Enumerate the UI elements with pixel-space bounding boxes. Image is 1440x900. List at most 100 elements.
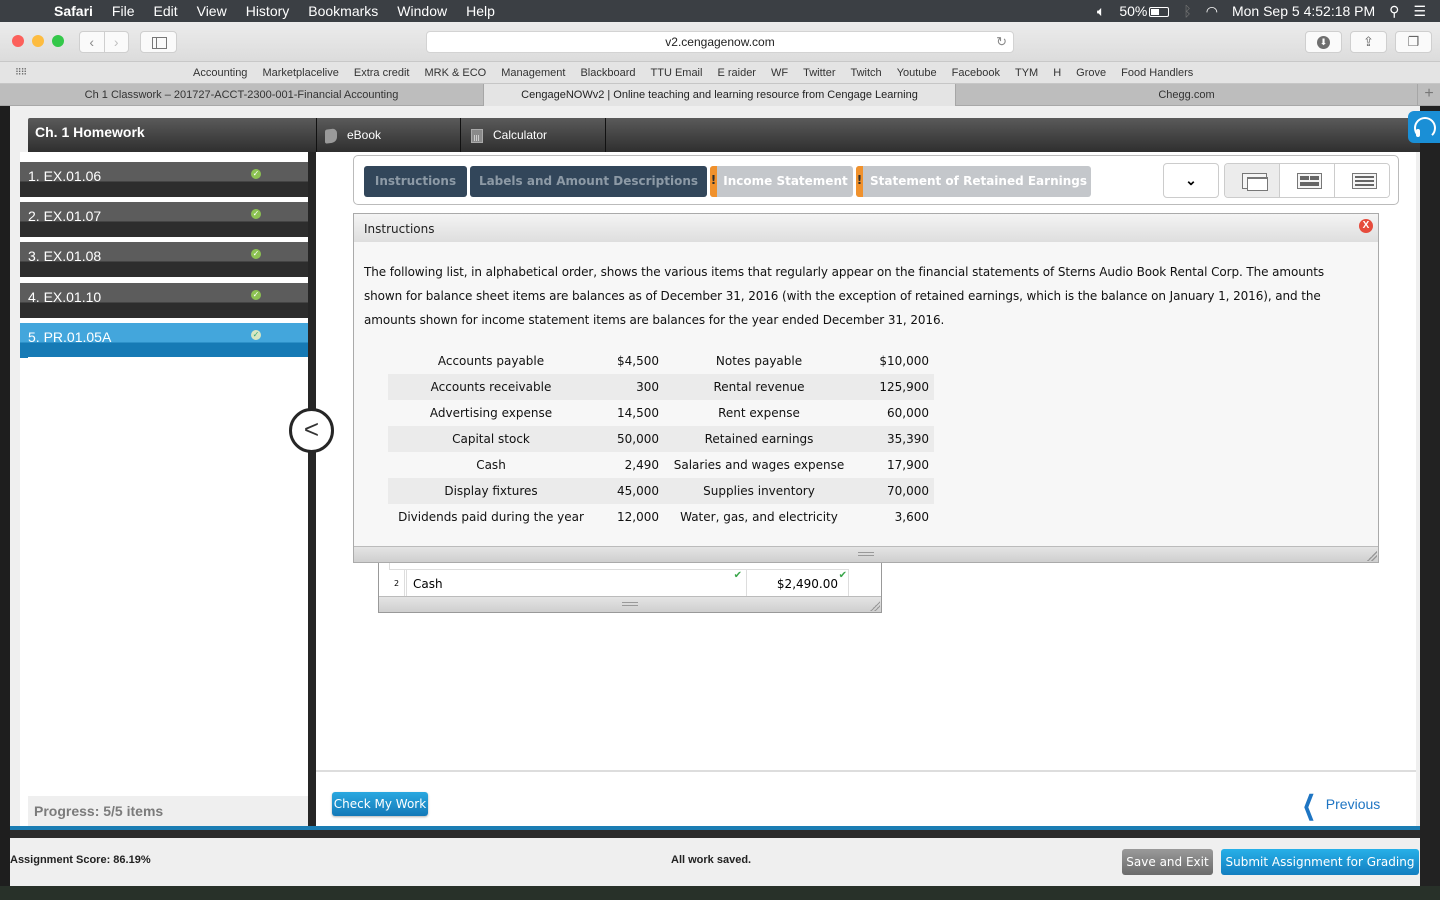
menu-safari[interactable]: Safari (54, 3, 93, 19)
warning-icon: ! (710, 166, 717, 197)
bookmark-item[interactable]: TTU Email (651, 67, 703, 79)
tab-labels-and-amount-descriptions[interactable]: Labels and Amount Descriptions (470, 166, 707, 197)
battery-status[interactable]: 50% (1119, 3, 1170, 19)
account-name: Accounts receivable (430, 380, 552, 394)
close-window-button[interactable] (12, 35, 24, 47)
worksheet-footer (379, 596, 881, 612)
cascade-view-button[interactable] (1225, 164, 1279, 197)
row-number: 2 (389, 570, 407, 598)
show-sidebar-button[interactable] (140, 31, 177, 53)
menu-help[interactable]: Help (466, 3, 495, 19)
account-amount: 50,000 (617, 432, 659, 446)
amount-cell[interactable]: $2,490.00 ✔ (747, 570, 849, 598)
bookmark-item[interactable]: Management (501, 67, 565, 79)
check-my-work-button[interactable]: Check My Work (332, 792, 428, 816)
stacked-view-button[interactable] (1334, 164, 1389, 197)
bookmark-item[interactable]: Twitch (851, 67, 882, 79)
browser-tab[interactable]: Chegg.com (956, 84, 1418, 106)
tab-menu-chevron-down-icon[interactable]: ⌄ (1163, 163, 1219, 198)
amount-value: $2,490.00 (776, 577, 838, 591)
resize-corner-icon[interactable] (870, 601, 880, 611)
bookmark-item[interactable]: E raider (717, 67, 756, 79)
menu-history[interactable]: History (246, 3, 290, 19)
balance-row: Advertising expense 14,500 Rent expense 60,… (388, 400, 934, 426)
complete-check-icon: ✓ (251, 249, 261, 259)
bookmark-item[interactable]: H (1053, 67, 1061, 79)
fullscreen-window-button[interactable] (52, 35, 64, 47)
account-cell[interactable]: Cash ✔ (413, 570, 747, 598)
collapse-sidebar-chevron-left-icon[interactable]: < (289, 408, 334, 453)
tab-income-statement[interactable]: ! Income Statement (710, 166, 853, 197)
history-nav: ‹ › (79, 31, 129, 53)
wifi-icon[interactable]: ◠ (1206, 3, 1218, 20)
back-button[interactable]: ‹ (80, 32, 104, 52)
tab-instructions[interactable]: Instructions (364, 166, 467, 197)
sidebar-item-pr-01-05a[interactable]: 5. PR.01.05A ✓ (20, 323, 308, 358)
account-name: Advertising expense (429, 406, 553, 420)
tab-statement-of-retained-earnings[interactable]: ! Statement of Retained Earnings (856, 166, 1091, 197)
menu-edit[interactable]: Edit (153, 3, 177, 19)
new-tab-button[interactable]: + (1418, 84, 1440, 106)
share-button[interactable]: ⇪ (1350, 31, 1387, 53)
spotlight-search-icon[interactable]: ⚲ (1389, 3, 1399, 20)
account-name: Rent expense (718, 406, 800, 420)
sidebar-item-ex-01-07[interactable]: 2. EX.01.07 ✓ (20, 202, 308, 237)
bookmark-item[interactable]: WF (771, 67, 788, 79)
instructions-header[interactable]: Instructions (354, 214, 1378, 242)
browser-tab-bar: Ch 1 Classwork – 201727-ACCT-2300-001-Fi… (0, 84, 1440, 106)
bluetooth-icon[interactable]: ᛒ (1183, 3, 1191, 19)
top-sites-icon[interactable]: ⠿⠿ (15, 67, 27, 78)
account-name: Display fixtures (444, 484, 538, 498)
menu-file[interactable]: File (112, 3, 135, 19)
resize-grip-icon[interactable] (622, 602, 638, 606)
ebook-button[interactable]: eBook (317, 118, 461, 152)
minimize-window-button[interactable] (32, 35, 44, 47)
bookmark-item[interactable]: Extra credit (354, 67, 410, 79)
sidebar-item-ex-01-10[interactable]: 4. EX.01.10 ✓ (20, 283, 308, 318)
clock[interactable]: Mon Sep 5 4:52:18 PM (1232, 3, 1375, 19)
browser-tab-active[interactable]: CengageNOWv2 | Online teaching and learn… (484, 84, 956, 106)
previous-label: Previous (1325, 796, 1381, 812)
sidebar-item-ex-01-06[interactable]: 1. EX.01.06 ✓ (20, 162, 308, 197)
forward-button[interactable]: › (103, 32, 129, 52)
menu-view[interactable]: View (197, 3, 227, 19)
tab-overview-button[interactable]: ❐ (1395, 31, 1432, 53)
bookmark-item[interactable]: Blackboard (580, 67, 635, 79)
account-balances-table: Accounts payable $4,500 Notes payable $10,0… (388, 348, 934, 530)
tabs-icon: ❐ (1407, 34, 1420, 49)
downloads-button[interactable]: ⬇ (1305, 31, 1342, 53)
account-amount: 60,000 (887, 406, 929, 420)
previous-button[interactable]: ❮ Previous (1298, 790, 1381, 819)
bookmark-item[interactable]: MRK & ECO (425, 67, 487, 79)
bookmark-item[interactable]: TYM (1015, 67, 1038, 79)
sidebar-splitter[interactable] (308, 152, 316, 826)
volume-icon[interactable]: 🔈︎ (1097, 3, 1105, 20)
address-bar[interactable]: v2.cengagenow.com ↻ (426, 31, 1014, 53)
menu-window[interactable]: Window (397, 3, 447, 19)
resize-grip-icon[interactable] (858, 552, 874, 556)
calculator-button[interactable]: Calculator (461, 118, 606, 152)
resize-corner-icon[interactable] (1367, 551, 1377, 561)
bookmark-item[interactable]: Marketplacelive (262, 67, 338, 79)
bookmark-item[interactable]: Facebook (952, 67, 1000, 79)
support-headset-icon[interactable] (1408, 111, 1440, 143)
sidebar-empty-area (28, 357, 308, 796)
bookmark-item[interactable]: Accounting (193, 67, 247, 79)
bookmark-item[interactable]: Twitter (803, 67, 835, 79)
progress-label: Progress: 5/5 items (28, 796, 308, 826)
menu-bookmarks[interactable]: Bookmarks (308, 3, 378, 19)
browser-tab[interactable]: Ch 1 Classwork – 201727-ACCT-2300-001-Fi… (0, 84, 484, 106)
close-icon[interactable]: X (1359, 219, 1373, 233)
bookmark-item[interactable]: Youtube (897, 67, 937, 79)
account-amount: 14,500 (617, 406, 659, 420)
split-view-button[interactable] (1279, 164, 1334, 197)
bookmark-item[interactable]: Food Handlers (1121, 67, 1193, 79)
sidebar-item-label: 5. PR.01.05A (28, 329, 112, 345)
submit-assignment-button[interactable]: Submit Assignment for Grading (1221, 849, 1419, 875)
notification-center-icon[interactable]: ☰ (1413, 3, 1426, 20)
sidebar-item-ex-01-08[interactable]: 3. EX.01.08 ✓ (20, 242, 308, 277)
warning-icon: ! (856, 166, 863, 197)
save-and-exit-button[interactable]: Save and Exit (1122, 849, 1213, 875)
bookmark-item[interactable]: Grove (1076, 67, 1106, 79)
reload-icon[interactable]: ↻ (996, 32, 1007, 52)
